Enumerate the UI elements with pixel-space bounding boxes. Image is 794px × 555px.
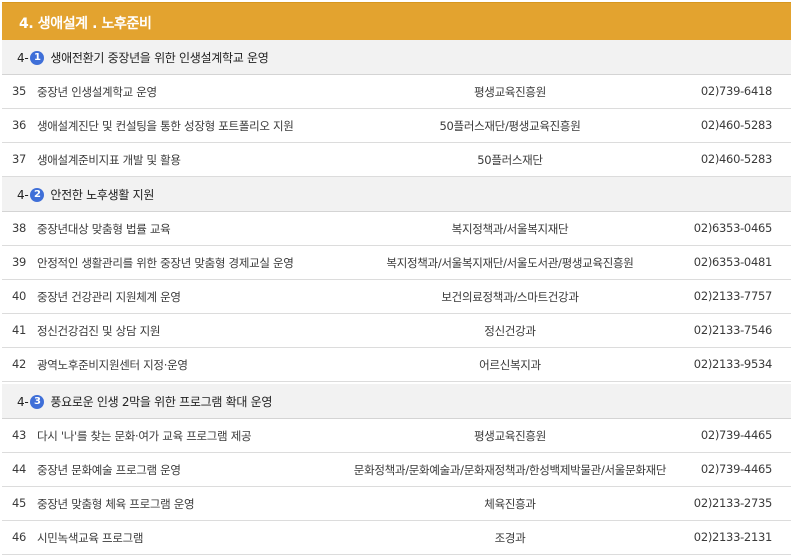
program-table-page: 4. 생애설계 . 노후준비 4- 1 생애전환기 중장년을 위한 인생설계학교… bbox=[0, 0, 794, 555]
title-bar: 4. 생애설계 . 노후준비 bbox=[2, 2, 791, 40]
section-prefix: 4- bbox=[17, 394, 29, 409]
section-header-2: 4- 2 안전한 노후생활 지원 bbox=[2, 177, 791, 212]
row-number: 40 bbox=[12, 289, 27, 303]
table-row: 41 정신건강검진 및 상담 지원 정신건강과 02)2133-7546 bbox=[2, 314, 791, 348]
department: 평생교육진흥원 bbox=[474, 85, 546, 99]
phone-number: 02)739-4465 bbox=[700, 462, 772, 476]
table-row: 45 중장년 맞춤형 체육 프로그램 운영 체육진흥과 02)2133-2735 bbox=[2, 487, 791, 521]
table-row: 38 중장년대상 맞춤형 법률 교육 복지정책과/서울복지재단 02)6353-… bbox=[2, 212, 791, 246]
section-header-1: 4- 1 생애전환기 중장년을 위한 인생설계학교 운영 bbox=[2, 40, 791, 75]
department: 복지정책과/서울복지재단 bbox=[451, 222, 569, 236]
department: 평생교육진흥원 bbox=[474, 429, 546, 443]
row-number: 37 bbox=[12, 152, 27, 166]
phone-number: 02)739-4465 bbox=[700, 428, 772, 442]
phone-number: 02)2133-7757 bbox=[693, 289, 773, 303]
program-name: 중장년 문화예술 프로그램 운영 bbox=[37, 463, 181, 477]
phone-number: 02)6353-0481 bbox=[693, 255, 773, 269]
department: 문화정책과/문화예술과/문화재정책과/한성백제박물관/서울문화재단 bbox=[353, 463, 667, 477]
department: 정신건강과 bbox=[484, 324, 536, 338]
table-row: 43 다시 '나'를 찾는 문화·여가 교육 프로그램 제공 평생교육진흥원 0… bbox=[2, 419, 791, 453]
section-title: 안전한 노후생활 지원 bbox=[50, 188, 155, 202]
phone-number: 02)2133-7546 bbox=[693, 323, 773, 337]
program-name: 광역노후준비지원센터 지정·운영 bbox=[37, 358, 188, 372]
program-name: 생애설계진단 및 컨설팅을 통한 성장형 포트폴리오 지원 bbox=[37, 119, 294, 133]
row-number: 43 bbox=[12, 428, 27, 442]
department: 보건의료정책과/스마트건강과 bbox=[441, 290, 579, 304]
department: 조경과 bbox=[494, 531, 526, 545]
program-name: 중장년대상 맞춤형 법률 교육 bbox=[37, 222, 171, 236]
phone-number: 02)460-5283 bbox=[700, 152, 772, 166]
table-row: 40 중장년 건강관리 지원체계 운영 보건의료정책과/스마트건강과 02)21… bbox=[2, 280, 791, 314]
page-title: 4. 생애설계 . 노후준비 bbox=[19, 16, 152, 32]
program-name: 다시 '나'를 찾는 문화·여가 교육 프로그램 제공 bbox=[37, 429, 252, 443]
program-name: 안정적인 생활관리를 위한 중장년 맞춤형 경제교실 운영 bbox=[37, 256, 294, 270]
row-number: 46 bbox=[12, 530, 27, 544]
section-title: 생애전환기 중장년을 위한 인생설계학교 운영 bbox=[50, 51, 269, 65]
section-prefix: 4- bbox=[17, 187, 29, 202]
table-row: 42 광역노후준비지원센터 지정·운영 어르신복지과 02)2133-9534 bbox=[2, 348, 791, 382]
table-row: 35 중장년 인생설계학교 운영 평생교육진흥원 02)739-6418 bbox=[2, 75, 791, 109]
program-name: 중장년 인생설계학교 운영 bbox=[37, 85, 157, 99]
section-number-badge: 3 bbox=[30, 394, 45, 409]
table-row: 46 시민녹색교육 프로그램 조경과 02)2133-2131 bbox=[2, 521, 791, 555]
department: 50플러스재단 bbox=[477, 153, 543, 167]
section-number-badge: 2 bbox=[30, 187, 45, 202]
row-number: 41 bbox=[12, 323, 27, 337]
row-number: 39 bbox=[12, 255, 27, 269]
program-name: 시민녹색교육 프로그램 bbox=[37, 531, 144, 545]
department: 어르신복지과 bbox=[479, 358, 541, 372]
section-header-3: 4- 3 풍요로운 인생 2막을 위한 프로그램 확대 운영 bbox=[2, 384, 791, 419]
section-title: 풍요로운 인생 2막을 위한 프로그램 확대 운영 bbox=[50, 395, 273, 409]
table-row: 37 생애설계준비지표 개발 및 활용 50플러스재단 02)460-5283 bbox=[2, 143, 791, 177]
row-number: 42 bbox=[12, 357, 27, 371]
section-number-badge: 1 bbox=[30, 50, 45, 65]
department: 복지정책과/서울복지재단/서울도서관/평생교육진흥원 bbox=[386, 256, 634, 270]
phone-number: 02)2133-2131 bbox=[693, 530, 773, 544]
phone-number: 02)2133-2735 bbox=[693, 496, 773, 510]
table-row: 44 중장년 문화예술 프로그램 운영 문화정책과/문화예술과/문화재정책과/한… bbox=[2, 453, 791, 487]
table-row: 39 안정적인 생활관리를 위한 중장년 맞춤형 경제교실 운영 복지정책과/서… bbox=[2, 246, 791, 280]
section-prefix: 4- bbox=[17, 50, 29, 65]
program-name: 중장년 맞춤형 체육 프로그램 운영 bbox=[37, 497, 195, 511]
table-row: 36 생애설계진단 및 컨설팅을 통한 성장형 포트폴리오 지원 50플러스재단… bbox=[2, 109, 791, 143]
row-number: 44 bbox=[12, 462, 27, 476]
row-number: 45 bbox=[12, 496, 27, 510]
phone-number: 02)6353-0465 bbox=[693, 221, 773, 235]
row-number: 35 bbox=[12, 84, 27, 98]
row-number: 38 bbox=[12, 221, 27, 235]
phone-number: 02)2133-9534 bbox=[693, 357, 773, 371]
program-name: 중장년 건강관리 지원체계 운영 bbox=[37, 290, 181, 304]
department: 체육진흥과 bbox=[484, 497, 536, 511]
program-name: 정신건강검진 및 상담 지원 bbox=[37, 324, 161, 338]
row-number: 36 bbox=[12, 118, 27, 132]
phone-number: 02)460-5283 bbox=[700, 118, 772, 132]
department: 50플러스재단/평생교육진흥원 bbox=[439, 119, 581, 133]
phone-number: 02)739-6418 bbox=[700, 84, 772, 98]
program-name: 생애설계준비지표 개발 및 활용 bbox=[37, 153, 181, 167]
